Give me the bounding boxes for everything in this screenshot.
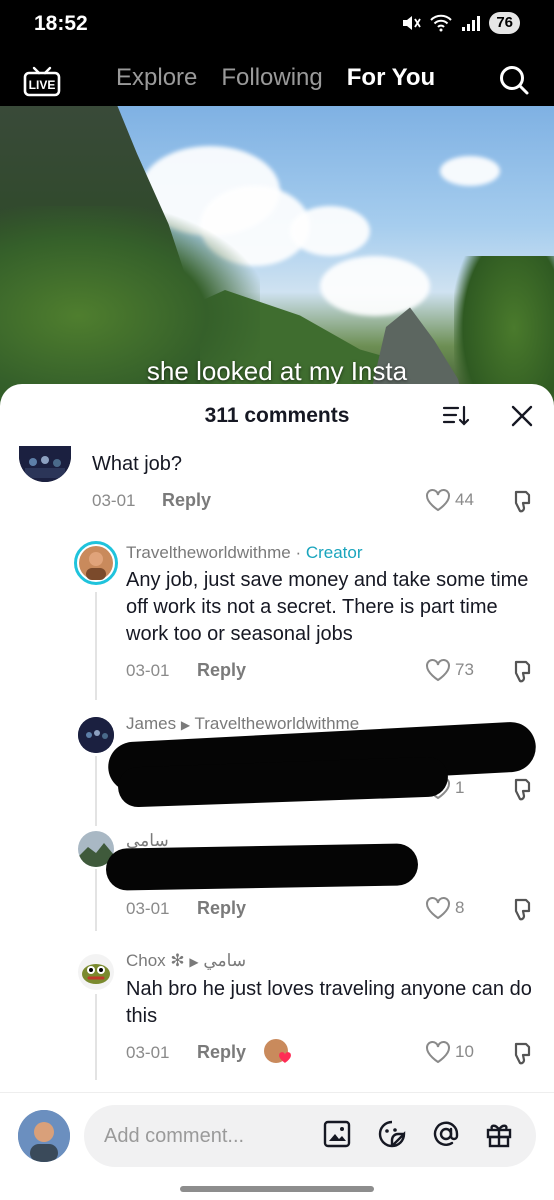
sort-icon[interactable]: [442, 404, 470, 433]
image-icon[interactable]: [322, 1119, 352, 1149]
cloud: [320, 256, 430, 316]
dislike-icon[interactable]: [510, 1040, 536, 1071]
dislike-icon[interactable]: [510, 776, 536, 807]
comment-date: 03-01: [126, 1043, 170, 1062]
like-count: 44: [455, 490, 474, 509]
cloud: [440, 156, 500, 186]
reply-button[interactable]: Reply: [197, 660, 246, 681]
dislike-icon[interactable]: [510, 488, 536, 519]
dislike-icon[interactable]: [510, 896, 536, 927]
comment-date: 03-01: [126, 661, 170, 680]
comment-date: 03-01: [92, 491, 136, 510]
comment-author[interactable]: Chox ✻ ▶ سامي: [126, 951, 246, 971]
author-name: Chox ✻: [126, 951, 185, 970]
comment-composer: [0, 1092, 554, 1200]
comment-text: Any job, just save money and take some t…: [126, 569, 529, 645]
tab-for-you[interactable]: For You: [347, 64, 435, 114]
reply-to-name: Traveltheworldwithme: [194, 714, 360, 733]
live-label: LIVE: [29, 78, 56, 92]
creator-badge: Creator: [305, 543, 363, 562]
avatar[interactable]: [78, 717, 114, 753]
tab-explore[interactable]: Explore: [116, 64, 197, 92]
mute-icon: [403, 16, 422, 30]
live-icon[interactable]: LIVE: [22, 62, 62, 103]
comment-text: What job?: [92, 453, 183, 475]
reply-button[interactable]: Reply: [162, 490, 211, 511]
avatar[interactable]: [78, 954, 114, 990]
status-icons: 76: [401, 12, 520, 34]
redaction-mark: [105, 843, 419, 891]
like-button[interactable]: 73: [425, 658, 474, 682]
author-name: James: [126, 714, 177, 733]
avatar[interactable]: [74, 541, 118, 585]
heart-icon: [279, 1052, 291, 1063]
feed-tabs: Explore Following For You: [116, 64, 435, 114]
reply-button[interactable]: Reply: [197, 898, 246, 919]
comment-input[interactable]: [104, 1121, 314, 1151]
mention-icon[interactable]: [431, 1119, 461, 1149]
cloud: [290, 206, 370, 256]
thread-line: [95, 756, 97, 826]
thread-line: [95, 994, 97, 1080]
like-button[interactable]: 10: [425, 1040, 474, 1064]
signal-icon: [462, 16, 481, 31]
like-count: 8: [455, 898, 465, 917]
author-separator: ·: [290, 543, 306, 562]
gift-icon[interactable]: [484, 1119, 514, 1149]
comments-header: 311 comments: [0, 384, 554, 446]
like-count: 73: [455, 660, 474, 679]
heart-icon: [426, 1041, 450, 1064]
dislike-icon[interactable]: [510, 658, 536, 689]
home-indicator: [180, 1186, 374, 1192]
like-button[interactable]: 44: [425, 488, 474, 512]
close-icon[interactable]: [511, 405, 533, 432]
sticker-icon[interactable]: [377, 1119, 407, 1149]
reply-button[interactable]: Reply: [197, 1042, 246, 1063]
battery-level: 76: [489, 12, 520, 34]
comments-count: 311 comments: [204, 404, 350, 427]
top-navigation: LIVE Explore Following For You: [0, 50, 554, 114]
comment-date: 03-01: [126, 899, 170, 918]
thread-line: [95, 592, 97, 700]
search-icon[interactable]: [498, 64, 530, 101]
comment-text: Nah bro he just loves traveling anyone c…: [126, 978, 532, 1027]
comment-input-wrapper: [84, 1105, 536, 1167]
reply-to-name: سامي: [203, 951, 247, 970]
author-name: Traveltheworldwithme: [126, 543, 291, 562]
video-player[interactable]: she looked at my Insta: [0, 106, 554, 406]
reply-arrow-icon: ▶: [180, 718, 191, 732]
avatar[interactable]: [19, 446, 71, 482]
comments-sheet: 311 comments What job? 03-01 Reply 44 Tr…: [0, 384, 554, 1200]
thread-line: [95, 869, 97, 931]
user-avatar[interactable]: [18, 1110, 70, 1162]
tab-following[interactable]: Following: [221, 64, 322, 92]
like-count: 1: [455, 778, 465, 797]
reply-arrow-icon: ▶: [189, 955, 199, 969]
heart-icon: [426, 897, 450, 920]
comment-author[interactable]: Traveltheworldwithme · Creator: [126, 543, 363, 563]
wifi-icon: [430, 14, 453, 32]
heart-icon: [426, 489, 450, 512]
status-bar: 18:52 76: [0, 0, 554, 50]
heart-icon: [426, 659, 450, 682]
like-button[interactable]: 8: [425, 896, 464, 920]
like-count: 10: [455, 1042, 474, 1061]
video-caption: she looked at my Insta: [146, 356, 408, 386]
status-time: 18:52: [34, 12, 88, 35]
